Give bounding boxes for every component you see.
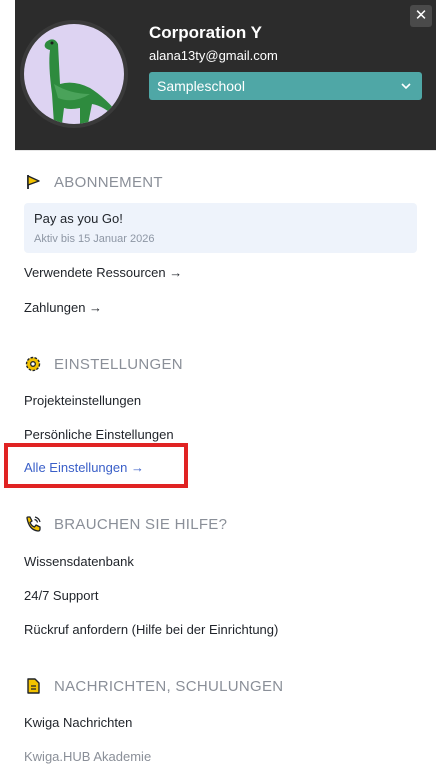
settings-title: EINSTELLUNGEN [54, 355, 183, 373]
subscription-title: ABONNEMENT [54, 173, 163, 191]
plan-card: Pay as you Go! Aktiv bis 15 Januar 2026 [24, 203, 417, 253]
subscription-section-header: ABONNEMENT [24, 171, 163, 193]
header-divider [15, 150, 436, 151]
document-icon [27, 678, 40, 694]
payments-link[interactable]: Zahlungen → [24, 300, 102, 315]
news-section-header: NACHRICHTEN, SCHULUNGEN [24, 675, 283, 697]
project-settings-link[interactable]: Projekteinstellungen [24, 393, 141, 408]
close-icon: ✕ [414, 7, 428, 24]
organization-name: Corporation Y [149, 23, 263, 42]
used-resources-link[interactable]: Verwendete Ressourcen → [24, 265, 182, 280]
account-menu-panel: ✕ Corporation Y alana13ty@gmail.com Samp… [0, 0, 436, 781]
support-link[interactable]: 24/7 Support [24, 588, 98, 603]
flag-icon [27, 175, 40, 189]
plan-status: Aktiv bis 15 Januar 2026 [34, 233, 155, 245]
school-select-value: Sampleschool [157, 78, 245, 94]
avatar[interactable] [20, 20, 128, 128]
help-title: BRAUCHEN SIE HILFE? [54, 515, 228, 533]
knowledge-base-link[interactable]: Wissensdatenbank [24, 554, 134, 569]
gear-icon [25, 356, 41, 372]
help-section-header: BRAUCHEN SIE HILFE? [24, 513, 227, 535]
user-email: alana13ty@gmail.com [149, 48, 278, 63]
hub-academy-link[interactable]: Kwiga.HUB Akademie [24, 749, 151, 764]
plan-name: Pay as you Go! [34, 211, 123, 226]
kwiga-news-link[interactable]: Kwiga Nachrichten [24, 715, 132, 730]
close-button[interactable]: ✕ [410, 5, 432, 27]
highlight-annotation [4, 443, 188, 488]
callback-request-link[interactable]: Rückruf anfordern (Hilfe bei der Einrich… [24, 622, 278, 637]
dinosaur-avatar-icon [24, 24, 124, 124]
phone-icon [26, 516, 41, 532]
chevron-down-icon [401, 83, 411, 90]
news-title: NACHRICHTEN, SCHULUNGEN [54, 677, 284, 695]
personal-settings-link[interactable]: Persönliche Einstellungen [24, 427, 174, 442]
settings-section-header: EINSTELLUNGEN [24, 353, 183, 375]
school-select[interactable]: Sampleschool [149, 72, 422, 100]
